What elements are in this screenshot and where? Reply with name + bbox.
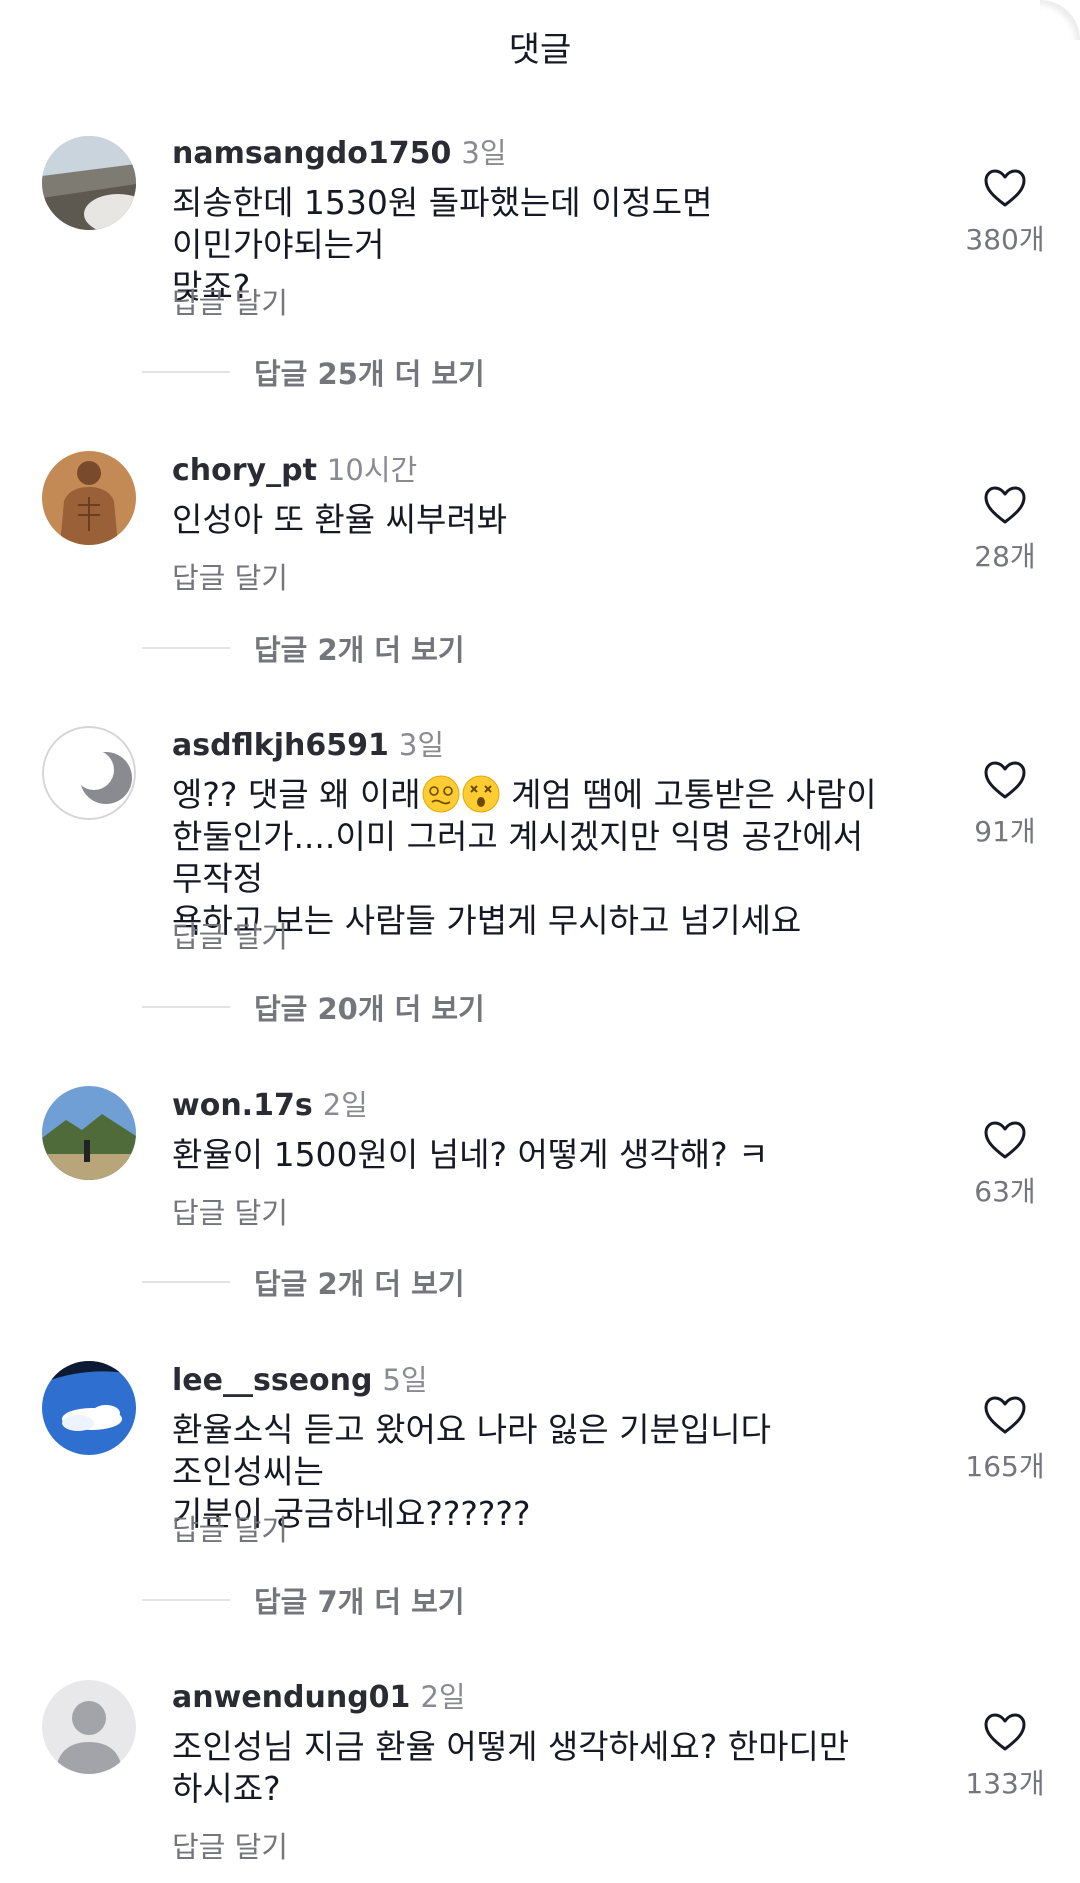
heart-outline-icon [984, 761, 1026, 799]
divider-line [142, 647, 230, 649]
reply-button[interactable]: 답글 달기 [172, 1824, 288, 1866]
view-more-replies[interactable]: 답글 2개 더 보기 [142, 1262, 465, 1302]
like-count: 91개 [974, 815, 1036, 848]
reply-button[interactable]: 답글 달기 [172, 914, 288, 956]
like-count: 380개 [965, 223, 1045, 256]
avatar-fitness-photo [42, 451, 136, 545]
comment-text: 환율이 1500원이 넘네? 어떻게 생각해? ㅋ [172, 1134, 932, 1176]
sheet-title: 댓글 [508, 30, 572, 70]
like-button[interactable]: 165개 [950, 1395, 1060, 1485]
comment-time: 10시간 [326, 453, 418, 487]
comment-line: 환율소식 듣고 왔어요 나라 잃은 기분입니다 조인성씨는 [172, 1410, 771, 1491]
comment-time: 2일 [420, 1680, 466, 1714]
comment-username[interactable]: namsangdo1750 3일 [172, 130, 507, 172]
divider-line [142, 1599, 230, 1601]
comment-username[interactable]: won.17s 2일 [172, 1082, 368, 1124]
comment-line: 환율이 1500원이 넘네? 어떻게 생각해? ㅋ [172, 1135, 769, 1174]
divider-line [142, 371, 230, 373]
divider-line [142, 1281, 230, 1283]
view-more-replies[interactable]: 답글 25개 더 보기 [142, 352, 485, 392]
divider-line [142, 1006, 230, 1008]
avatar-crescent-logo [42, 726, 136, 820]
like-button[interactable]: 28개 [950, 485, 1060, 575]
comment-username[interactable]: lee__sseong 5일 [172, 1357, 428, 1399]
comment-text: 조인성님 지금 환율 어떻게 생각하세요? 한마디만 하시죠? [172, 1726, 932, 1810]
comment-time: 3일 [461, 136, 507, 170]
heart-outline-icon [984, 1396, 1026, 1434]
reply-button[interactable]: 답글 달기 [172, 555, 288, 597]
like-count: 28개 [974, 540, 1036, 573]
avatar[interactable] [42, 726, 136, 820]
comment-text: 인성아 또 환율 씨부려봐 [172, 499, 932, 541]
like-count: 133개 [965, 1767, 1045, 1800]
astonished-face-emoji [462, 775, 500, 813]
reply-button[interactable]: 답글 달기 [172, 1190, 288, 1232]
reply-button[interactable]: 답글 달기 [172, 280, 288, 322]
avatar-beach-photo [42, 136, 136, 230]
comment-line: 엥?? 댓글 왜 이래 계엄 땜에 고통받은 사람이 [172, 775, 877, 814]
avatar-sky-photo [42, 1361, 136, 1455]
avatar[interactable] [42, 1361, 136, 1455]
like-button[interactable]: 133개 [950, 1712, 1060, 1802]
comment-line: 죄송한데 1530원 돌파했는데 이정도면 이민가야되는거 [172, 183, 713, 264]
heart-outline-icon [984, 1713, 1026, 1751]
comment-username[interactable]: anwendung01 2일 [172, 1674, 466, 1716]
view-more-replies[interactable]: 답글 20개 더 보기 [142, 987, 485, 1027]
avatar[interactable] [42, 136, 136, 230]
like-button[interactable]: 380개 [950, 168, 1060, 258]
comments-sheet: 댓글 namsangdo1750 3일 죄송한데 1530원 돌파했는데 이정도면… [0, 0, 1080, 1883]
comment-line: 조인성님 지금 환율 어떻게 생각하세요? 한마디만 [172, 1727, 850, 1766]
heart-outline-icon [984, 486, 1026, 524]
like-count: 165개 [965, 1450, 1045, 1483]
view-more-replies[interactable]: 답글 7개 더 보기 [142, 1580, 465, 1620]
comment-time: 3일 [398, 728, 445, 762]
reply-button[interactable]: 답글 달기 [172, 1507, 288, 1549]
like-count: 63개 [974, 1175, 1036, 1208]
comment-username[interactable]: asdflkjh6591 3일 [172, 722, 444, 764]
comment-time: 5일 [382, 1363, 428, 1397]
comment-line: 한둘인가....이미 그러고 계시겠지만 익명 공간에서 무작정 [172, 817, 864, 898]
comment-username[interactable]: chory_pt 10시간 [172, 447, 417, 489]
default-avatar-icon [42, 1680, 136, 1774]
comment-time: 2일 [322, 1088, 368, 1122]
heart-outline-icon [984, 1121, 1026, 1159]
like-button[interactable]: 91개 [950, 760, 1060, 850]
like-button[interactable]: 63개 [950, 1120, 1060, 1210]
comment-line: 하시죠? [172, 1769, 281, 1808]
avatar[interactable] [42, 451, 136, 545]
heart-outline-icon [984, 169, 1026, 207]
comment-line: 인성아 또 환율 씨부려봐 [172, 500, 508, 539]
view-more-replies[interactable]: 답글 2개 더 보기 [142, 628, 465, 668]
avatar-mountain-photo [42, 1086, 136, 1180]
dizzy-face-emoji [422, 775, 460, 813]
avatar[interactable] [42, 1680, 136, 1774]
avatar[interactable] [42, 1086, 136, 1180]
